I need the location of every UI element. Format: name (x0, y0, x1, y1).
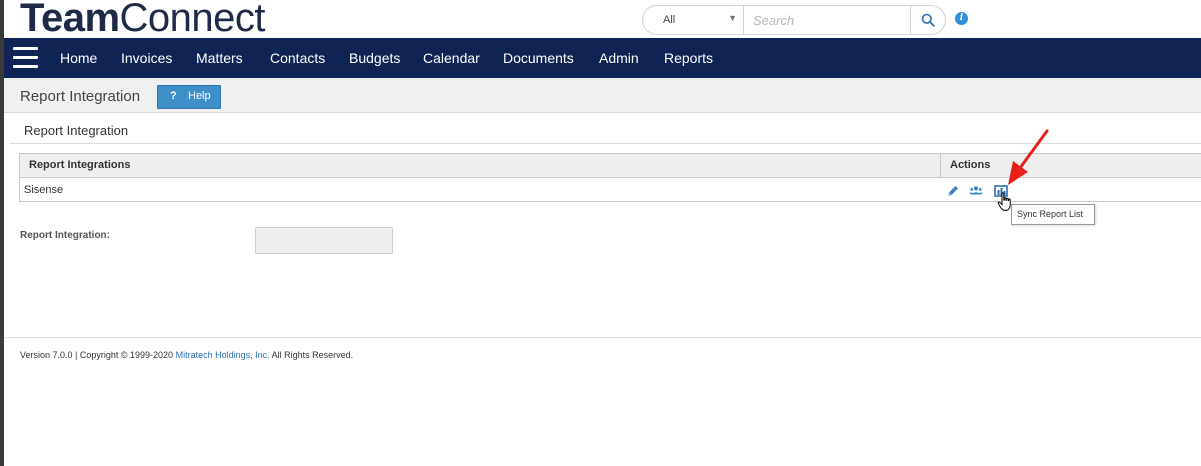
nav-budgets[interactable]: Budgets (349, 50, 400, 66)
page-header: Report Integration ? Help (4, 78, 1201, 113)
sync-report-list-tooltip: Sync Report List (1011, 204, 1095, 225)
info-icon[interactable]: i (955, 12, 968, 25)
search-scope-value: All (663, 14, 676, 26)
pencil-icon[interactable] (946, 184, 960, 198)
footer-text-end: All Rights Reserved. (269, 350, 354, 360)
report-integration-label: Report Integration: (20, 230, 110, 241)
users-icon[interactable] (969, 184, 983, 198)
nav-contacts[interactable]: Contacts (270, 50, 325, 66)
help-button-label: Help (188, 90, 211, 102)
mitratech-link[interactable]: Mitratech Holdings, Inc. (176, 350, 270, 360)
nav-matters[interactable]: Matters (196, 50, 243, 66)
column-divider (940, 154, 941, 177)
help-button[interactable]: ? Help (157, 85, 221, 109)
tooltip-text: Sync Report List (1017, 209, 1084, 219)
global-search: All ▼ (642, 5, 946, 35)
help-icon: ? (170, 90, 177, 102)
hamburger-bar (13, 56, 38, 59)
hamburger-bar (13, 47, 38, 50)
teamconnect-logo[interactable]: TeamConnect (20, 0, 266, 41)
footer-text: Version 7.0.0 | Copyright © 1999-2020 (20, 350, 176, 360)
section-title: Report Integration (24, 123, 129, 138)
top-header: TeamConnect All ▼ i (4, 0, 1201, 41)
table-row-name[interactable]: Sisense (24, 184, 63, 196)
nav-reports[interactable]: Reports (664, 50, 713, 66)
nav-admin[interactable]: Admin (599, 50, 639, 66)
nav-home[interactable]: Home (60, 50, 97, 66)
logo-light-text: Connect (119, 0, 266, 40)
search-icon (921, 13, 935, 27)
page-title: Report Integration (20, 88, 141, 105)
search-button[interactable] (910, 6, 945, 34)
footer-divider (4, 337, 1201, 338)
search-scope-select[interactable]: All ▼ (643, 6, 744, 34)
column-header-actions: Actions (950, 159, 991, 171)
footer-copyright: Version 7.0.0 | Copyright © 1999-2020 Mi… (20, 350, 353, 360)
logo-bold-text: Team (20, 0, 120, 40)
column-header-report-integrations[interactable]: Report Integrations (29, 159, 130, 171)
nav-documents[interactable]: Documents (503, 50, 574, 66)
report-integration-field[interactable] (255, 227, 393, 254)
nav-invoices[interactable]: Invoices (121, 50, 172, 66)
main-navigation: Home Invoices Matters Contacts Budgets C… (4, 38, 1201, 78)
hamburger-menu-icon[interactable] (13, 47, 38, 69)
search-input[interactable] (745, 6, 905, 34)
annotation-arrow-icon (1008, 129, 1049, 185)
chevron-down-icon: ▼ (728, 13, 737, 23)
nav-calendar[interactable]: Calendar (423, 50, 480, 66)
hamburger-bar (13, 65, 38, 68)
